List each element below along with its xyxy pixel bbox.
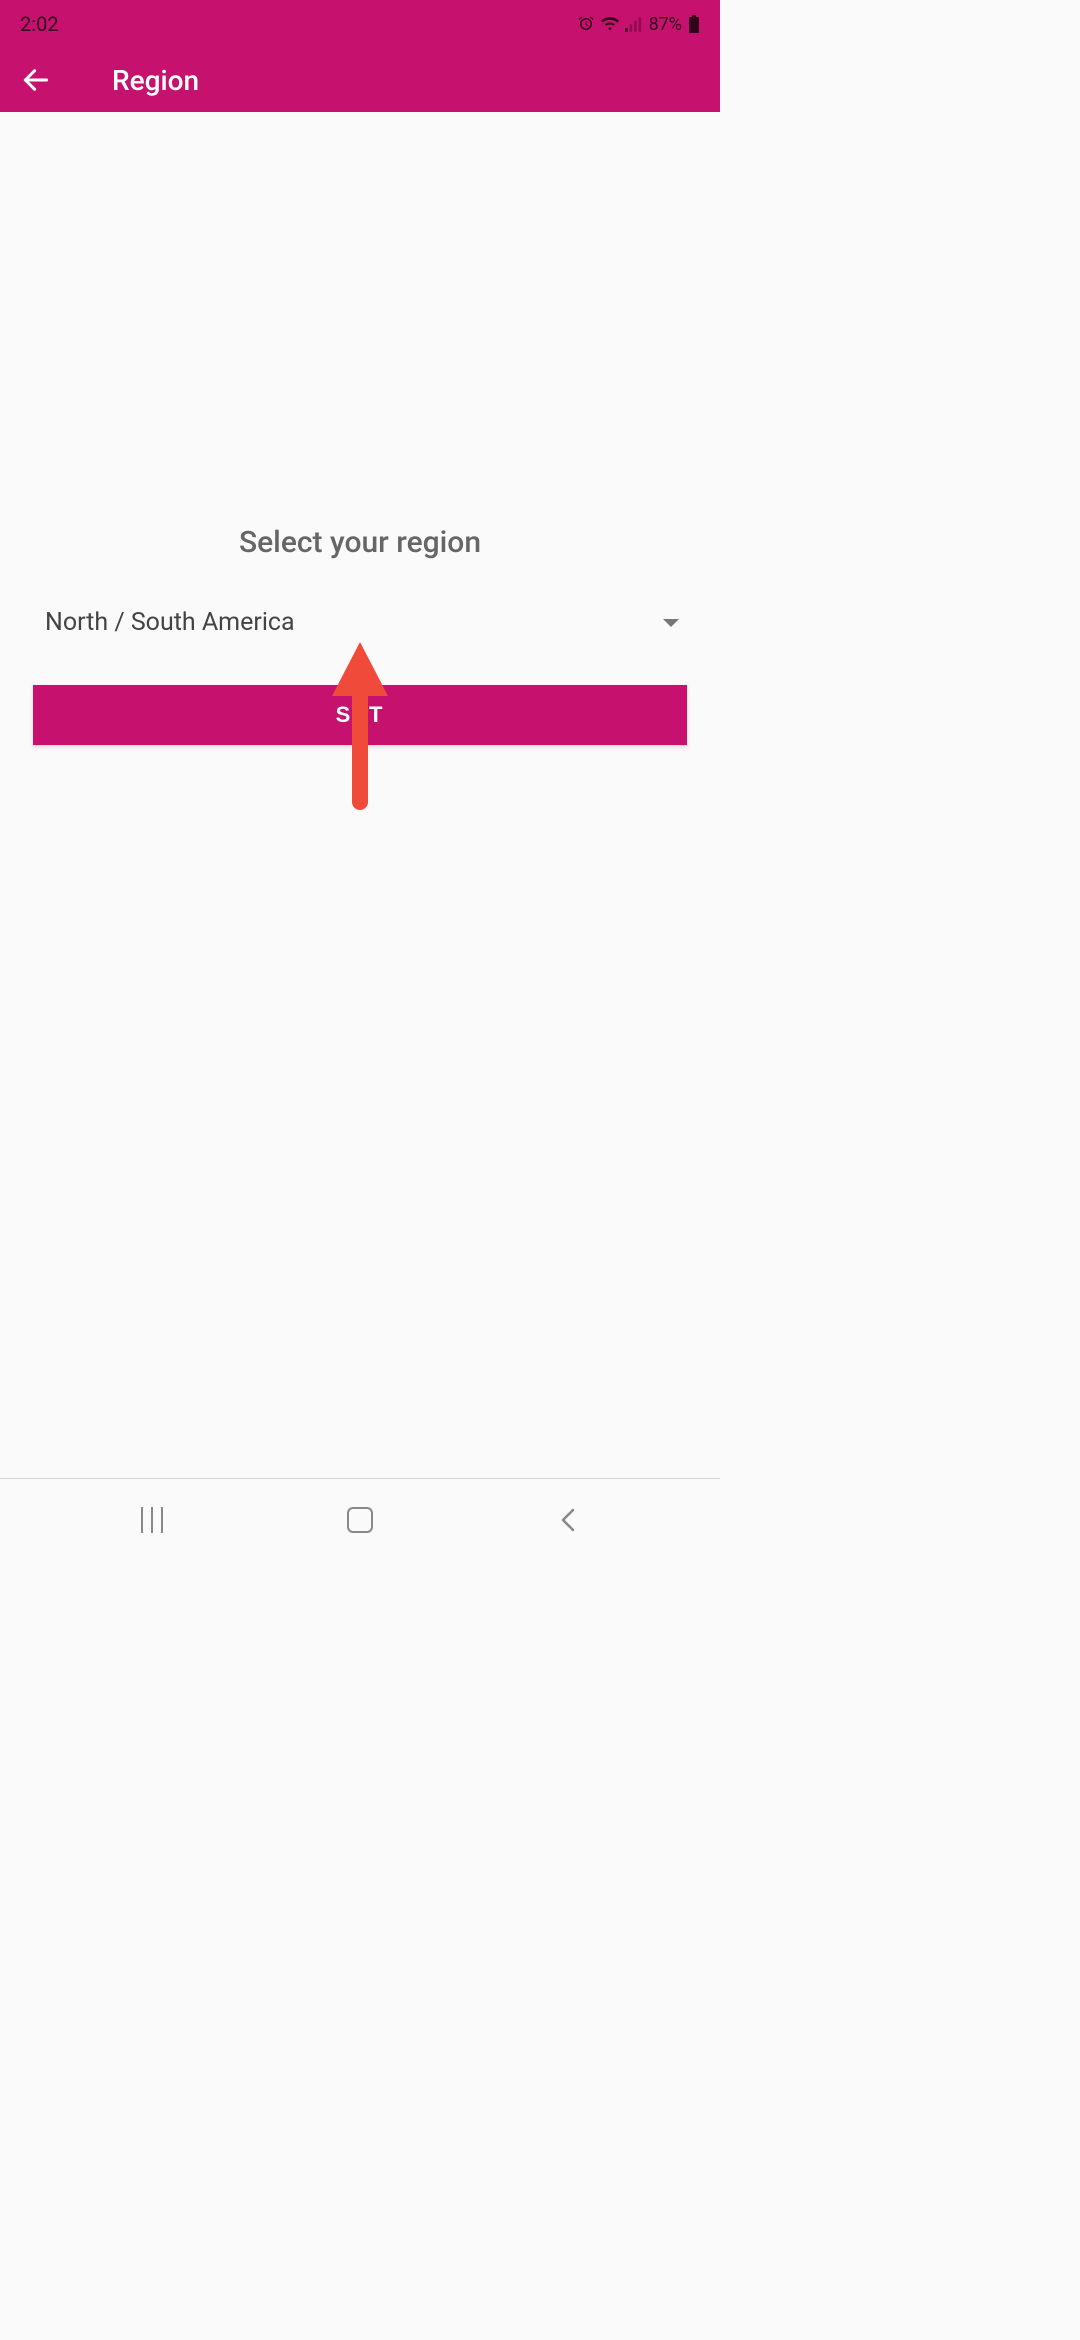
arrow-left-icon [20,64,52,96]
set-button[interactable]: SET [33,685,687,745]
chevron-down-icon [663,619,679,627]
status-icons-right: 87% [577,14,700,35]
nav-recents-button[interactable] [122,1490,182,1550]
main-content: Select your region North / South America… [0,112,720,1478]
signal-icon [625,17,643,32]
chevron-left-icon [558,1506,578,1534]
back-button[interactable] [18,62,54,98]
page-title: Region [112,64,199,97]
nav-back-button[interactable] [538,1490,598,1550]
status-bar: 2:02 87% [0,0,720,48]
select-region-label: Select your region [33,525,687,560]
alarm-icon [577,15,595,33]
battery-percent: 87% [649,14,682,35]
battery-icon [688,15,700,33]
recents-icon [141,1507,163,1533]
app-bar: Region [0,48,720,112]
system-nav-bar [0,1478,720,1560]
region-selected-value: North / South America [45,608,295,637]
wifi-icon [601,17,619,32]
home-icon [347,1507,373,1533]
nav-home-button[interactable] [330,1490,390,1550]
status-time: 2:02 [20,12,59,36]
region-dropdown[interactable]: North / South America [33,598,687,647]
